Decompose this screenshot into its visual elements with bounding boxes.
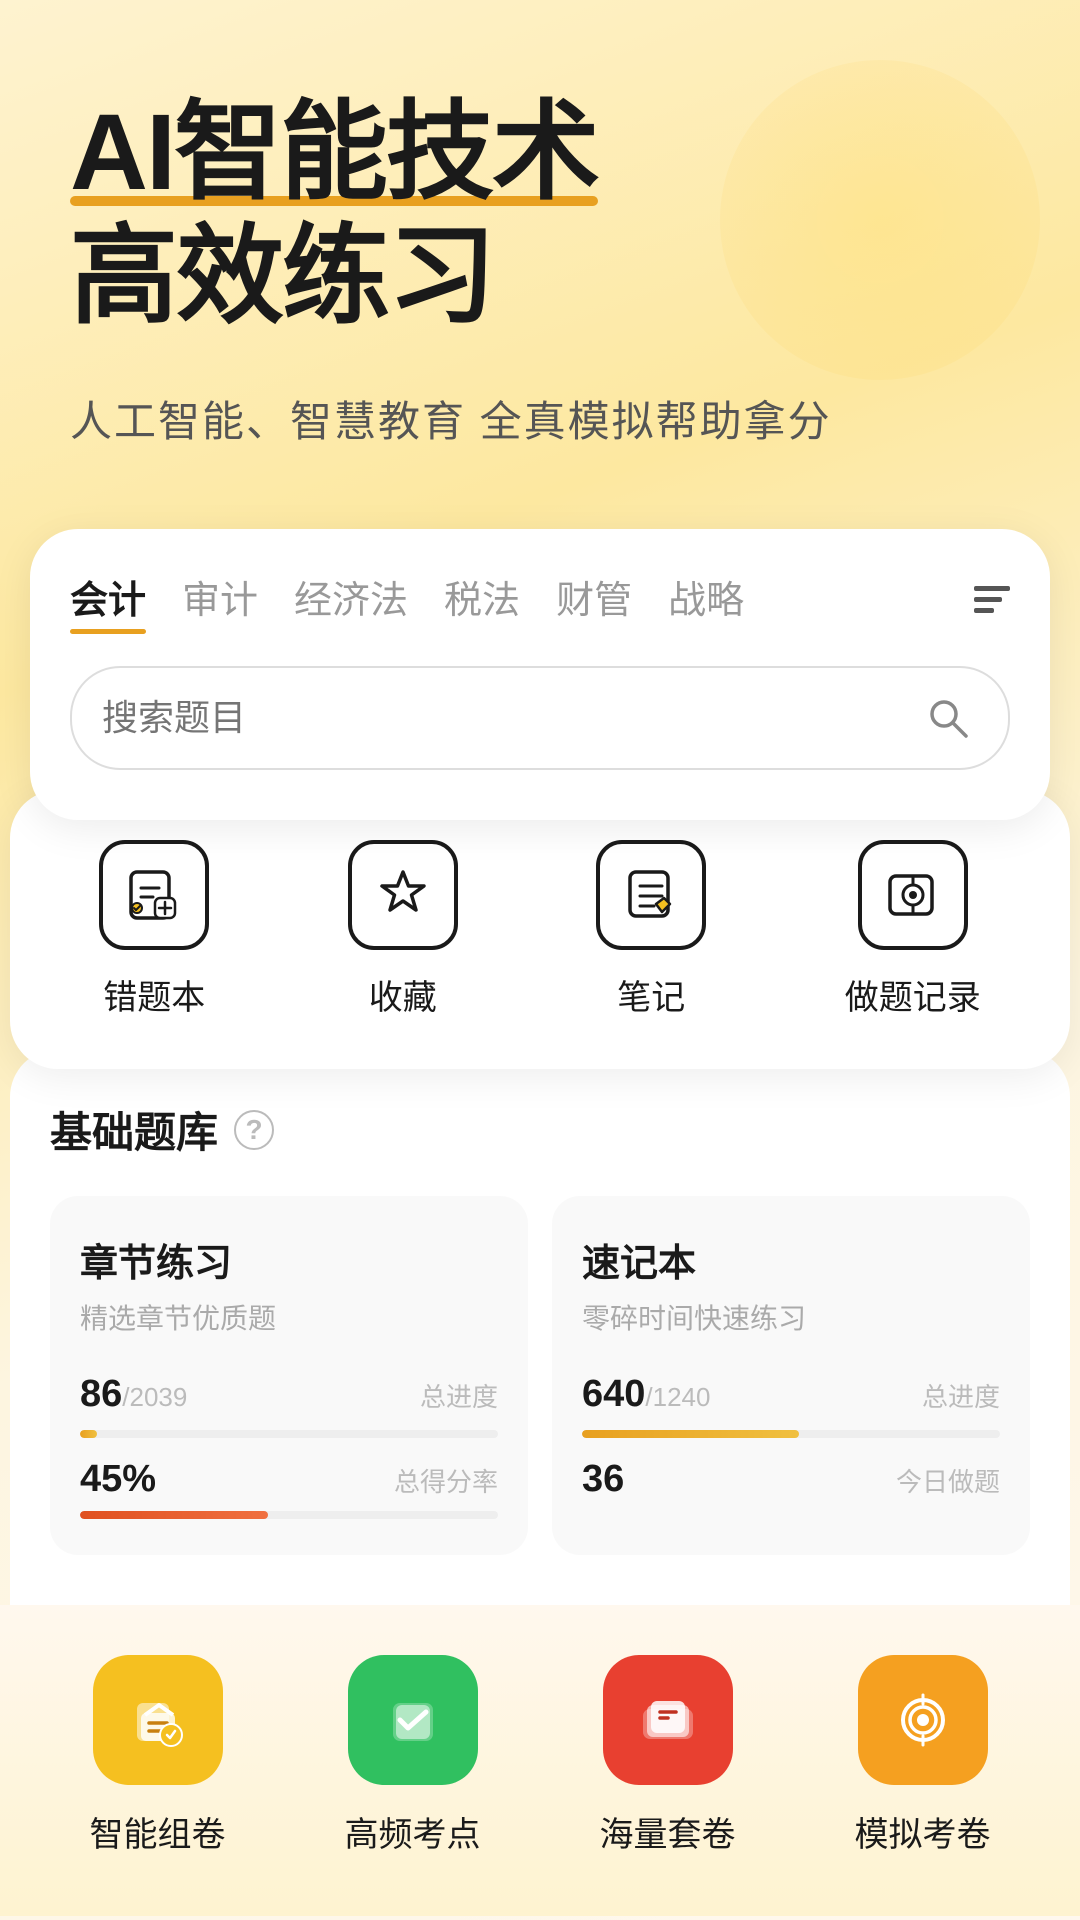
papers-icon	[603, 1655, 733, 1785]
action-record[interactable]: 做题记录	[845, 840, 981, 1019]
bank-card-chapter[interactable]: 章节练习 精选章节优质题 86/2039 总进度 45% 总得分率	[50, 1196, 528, 1555]
chapter-progress-row: 86/2039 总进度	[80, 1373, 498, 1416]
hero-title-line2: 高效练习	[70, 215, 494, 336]
action-wrong-book-label: 错题本	[103, 970, 205, 1019]
wrong-book-icon	[99, 840, 209, 950]
bank-card-chapter-desc: 精选章节优质题	[80, 1297, 498, 1337]
main-card: 会计 审计 经济法 税法 财管 战略	[30, 529, 1050, 820]
action-notes[interactable]: 笔记	[596, 840, 706, 1019]
tab-economic-law[interactable]: 经济法	[294, 569, 408, 630]
speed-progress-fill	[582, 1430, 799, 1438]
chapter-score-bar	[80, 1511, 498, 1519]
chapter-score-value: 45%	[80, 1458, 156, 1501]
chapter-score-fill	[80, 1511, 268, 1519]
tab-more-button[interactable]	[974, 586, 1010, 613]
speed-progress-bar	[582, 1430, 1000, 1438]
chapter-progress-value: 86/2039	[80, 1373, 187, 1416]
bottom-action-mock[interactable]: 模拟考卷	[855, 1655, 991, 1856]
chapter-score-row: 45% 总得分率	[80, 1458, 498, 1501]
hero-title: AI智能技术 高效练习	[70, 90, 1010, 338]
record-icon	[858, 840, 968, 950]
speed-progress-value: 640/1240	[582, 1373, 710, 1416]
target-icon	[858, 1655, 988, 1785]
bank-title: 基础题库	[50, 1099, 218, 1160]
compose-icon	[93, 1655, 223, 1785]
search-button[interactable]	[918, 688, 978, 748]
bottom-action-highfreq[interactable]: 高频考点	[345, 1655, 481, 1856]
bank-grid: 章节练习 精选章节优质题 86/2039 总进度 45% 总得分率 速记本 零碎…	[50, 1196, 1030, 1555]
bottom-action-compose-label: 智能组卷	[90, 1807, 226, 1856]
hero-subtitle: 人工智能、智慧教育 全真模拟帮助拿分	[70, 388, 1010, 449]
notes-icon	[596, 840, 706, 950]
bottom-action-highfreq-label: 高频考点	[345, 1807, 481, 1856]
hero-title-line1: AI智能技术	[70, 90, 598, 214]
quick-actions-card: 错题本 收藏 笔记	[10, 790, 1070, 1069]
tab-accounting[interactable]: 会计	[70, 569, 146, 630]
speed-score-value: 36	[582, 1458, 624, 1501]
star-icon	[348, 840, 458, 950]
bank-header: 基础题库 ?	[50, 1099, 1030, 1160]
bank-card-speed[interactable]: 速记本 零碎时间快速练习 640/1240 总进度 36 今日做题	[552, 1196, 1030, 1555]
bank-card-speed-title: 速记本	[582, 1232, 1000, 1287]
bank-section: 基础题库 ? 章节练习 精选章节优质题 86/2039 总进度 45% 总得分率	[10, 1049, 1070, 1605]
action-record-label: 做题记录	[845, 970, 981, 1019]
tab-tax[interactable]: 税法	[444, 569, 520, 630]
action-wrong-book[interactable]: 错题本	[99, 840, 209, 1019]
tab-strategy[interactable]: 战略	[668, 569, 744, 630]
check-icon	[348, 1655, 478, 1785]
speed-score-row: 36 今日做题	[582, 1458, 1000, 1501]
chapter-progress-label: 总进度	[420, 1377, 498, 1414]
hero-section: AI智能技术 高效练习 人工智能、智慧教育 全真模拟帮助拿分	[0, 0, 1080, 489]
bottom-action-compose[interactable]: 智能组卷	[90, 1655, 226, 1856]
bottom-action-papers-label: 海量套卷	[600, 1807, 736, 1856]
action-collect[interactable]: 收藏	[348, 840, 458, 1019]
tabs-bar: 会计 审计 经济法 税法 财管 战略	[70, 569, 1010, 630]
speed-progress-label: 总进度	[922, 1377, 1000, 1414]
action-collect-label: 收藏	[369, 970, 437, 1019]
chapter-score-label: 总得分率	[394, 1462, 498, 1499]
chapter-progress-fill	[80, 1430, 97, 1438]
speed-progress-row: 640/1240 总进度	[582, 1373, 1000, 1416]
chapter-progress-bar	[80, 1430, 498, 1438]
bank-card-speed-desc: 零碎时间快速练习	[582, 1297, 1000, 1337]
bottom-actions-section: 智能组卷 高频考点 海量套卷	[0, 1605, 1080, 1916]
tab-finance[interactable]: 财管	[556, 569, 632, 630]
tab-audit[interactable]: 审计	[182, 569, 258, 630]
action-notes-label: 笔记	[617, 970, 685, 1019]
bank-card-chapter-title: 章节练习	[80, 1232, 498, 1287]
bottom-action-papers[interactable]: 海量套卷	[600, 1655, 736, 1856]
speed-score-label: 今日做题	[896, 1462, 1000, 1499]
search-input[interactable]	[102, 697, 902, 739]
help-icon[interactable]: ?	[234, 1110, 274, 1150]
search-bar	[70, 666, 1010, 770]
bottom-action-mock-label: 模拟考卷	[855, 1807, 991, 1856]
